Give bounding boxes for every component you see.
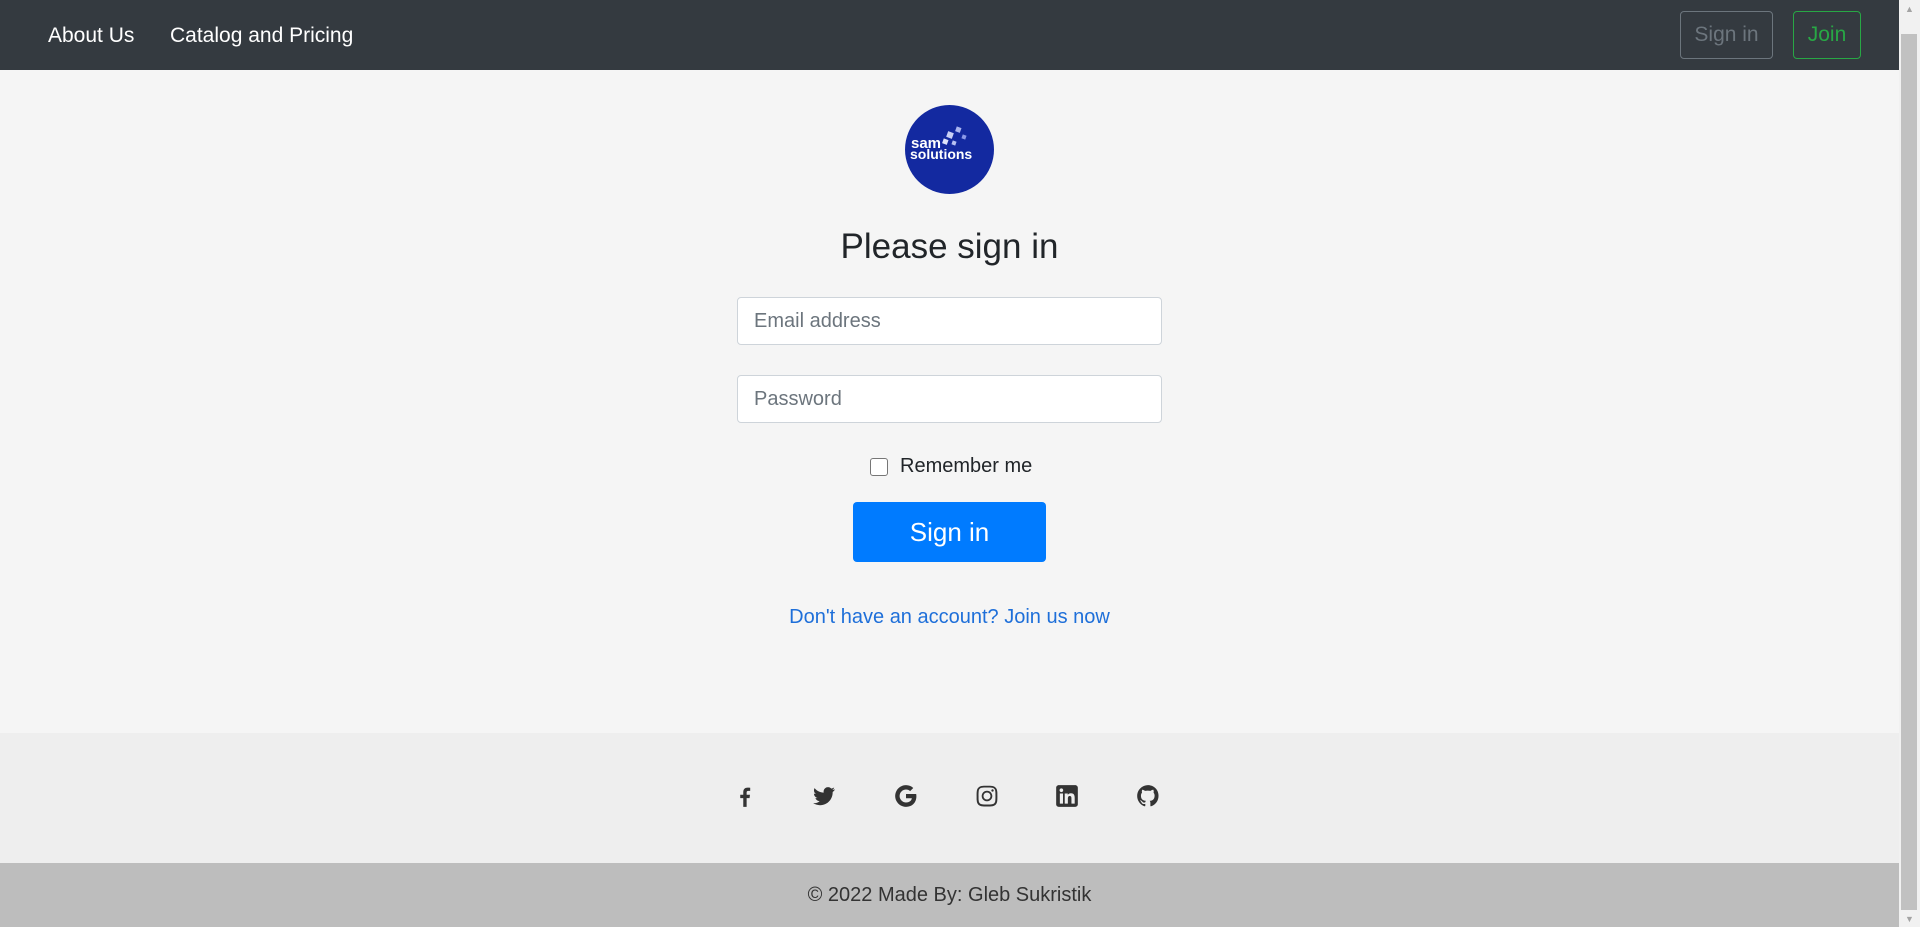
logo-graphic: sam solutions <box>910 126 972 162</box>
email-field[interactable] <box>737 297 1162 345</box>
scrollbar-thumb[interactable] <box>1901 34 1917 910</box>
twitter-icon[interactable] <box>810 782 838 810</box>
nav-link-about-us[interactable]: About Us <box>48 24 134 48</box>
copyright: © 2022 Made By: Gleb Sukristik <box>0 863 1899 927</box>
nav-link-catalog-pricing[interactable]: Catalog and Pricing <box>170 24 353 48</box>
page: About Us Catalog and Pricing Sign in Joi… <box>0 0 1920 927</box>
navbar-join-button[interactable]: Join <box>1793 11 1861 59</box>
remember-me-checkbox[interactable] <box>870 457 888 476</box>
scroll-down-arrow-icon[interactable]: ▼ <box>1899 910 1920 927</box>
navbar-signin-button[interactable]: Sign in <box>1680 11 1773 59</box>
github-icon[interactable] <box>1134 782 1162 810</box>
navbar: About Us Catalog and Pricing Sign in Joi… <box>0 0 1899 70</box>
scrollbar[interactable]: ▲ ▼ <box>1899 0 1920 927</box>
instagram-icon[interactable] <box>973 782 1001 810</box>
page-content: About Us Catalog and Pricing Sign in Joi… <box>0 0 1899 927</box>
password-field[interactable] <box>737 375 1162 423</box>
logo-text-line2: solutions <box>910 146 972 162</box>
google-icon[interactable] <box>892 782 920 810</box>
remember-me[interactable]: Remember me <box>870 455 1032 478</box>
scroll-up-arrow-icon[interactable]: ▲ <box>1899 0 1920 17</box>
social-footer <box>0 733 1899 863</box>
join-link[interactable]: Don't have an account? Join us now <box>0 605 1899 629</box>
company-logo: sam solutions <box>905 105 994 194</box>
linkedin-icon[interactable] <box>1053 782 1081 810</box>
sign-in-button[interactable]: Sign in <box>853 502 1046 562</box>
page-title: Please sign in <box>840 227 1059 266</box>
remember-me-label: Remember me <box>900 455 1033 477</box>
facebook-icon[interactable] <box>731 782 759 810</box>
